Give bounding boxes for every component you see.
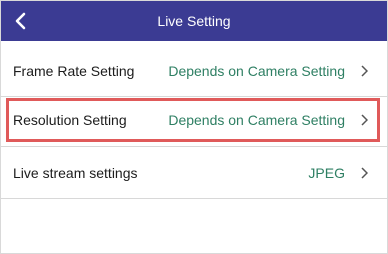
resolution-setting-row[interactable]: Resolution Setting Depends on Camera Set…	[1, 96, 387, 144]
chevron-right-icon	[359, 64, 369, 78]
chevron-right-icon	[359, 166, 369, 180]
live-stream-settings-label: Live stream settings	[13, 165, 138, 181]
frame-rate-setting-row[interactable]: Frame Rate Setting Depends on Camera Set…	[1, 47, 387, 95]
resolution-setting-label: Resolution Setting	[13, 112, 127, 128]
live-stream-settings-value: JPEG	[308, 165, 345, 181]
top-app-bar: Live Setting	[1, 1, 387, 41]
live-setting-screen: Live Setting Frame Rate Setting Depends …	[0, 0, 388, 254]
live-stream-settings-row[interactable]: Live stream settings JPEG	[1, 149, 387, 197]
divider	[1, 198, 387, 199]
page-title: Live Setting	[157, 13, 231, 29]
frame-rate-setting-label: Frame Rate Setting	[13, 63, 135, 79]
resolution-setting-value: Depends on Camera Setting	[168, 112, 345, 128]
frame-rate-setting-value: Depends on Camera Setting	[168, 63, 345, 79]
chevron-right-icon	[359, 113, 369, 127]
divider	[1, 146, 387, 147]
